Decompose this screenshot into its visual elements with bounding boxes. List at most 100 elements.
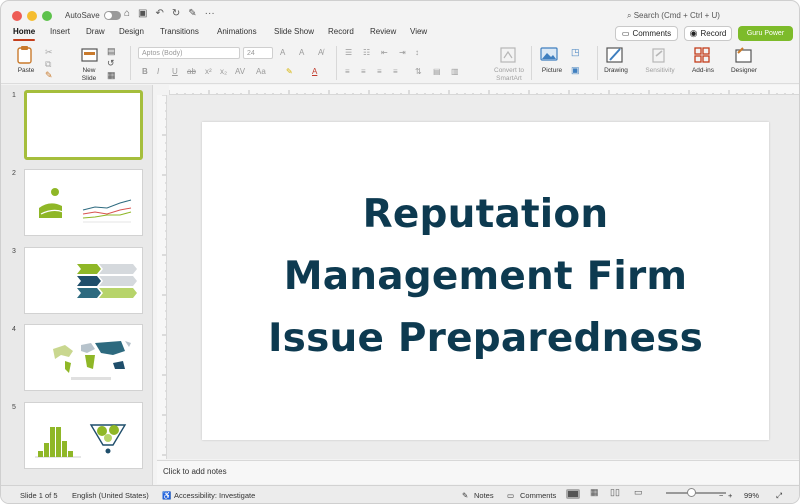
zoom-level[interactable]: 99%: [744, 491, 759, 500]
slide-number: 5: [12, 404, 16, 411]
tab-insert[interactable]: Insert: [50, 27, 70, 36]
notes-toggle[interactable]: Notes: [474, 491, 494, 500]
font-name-select[interactable]: Aptos (Body): [138, 47, 240, 59]
slide-4-preview-graphic: [53, 341, 131, 380]
layout-icon[interactable]: ▤: [107, 46, 116, 57]
more-icon[interactable]: ···: [205, 8, 215, 19]
reset-icon[interactable]: ↺: [107, 58, 115, 69]
italic-icon[interactable]: I: [157, 67, 159, 76]
guru-power-button[interactable]: Guru Power: [738, 26, 793, 41]
fit-slide-icon[interactable]: ⤢: [776, 491, 782, 501]
home-icon[interactable]: ⌂: [124, 8, 130, 19]
align-text-icon[interactable]: ▤: [433, 67, 441, 76]
zoom-slider-handle[interactable]: [687, 488, 696, 497]
section-icon[interactable]: ▦: [107, 70, 116, 81]
sensitivity-icon[interactable]: [650, 46, 668, 64]
slide-3-preview-graphic: [77, 264, 137, 298]
smartart-icon[interactable]: [499, 46, 517, 64]
drawing-icon[interactable]: [605, 45, 625, 65]
undo-icon[interactable]: ↶: [156, 8, 164, 19]
character-spacing-icon[interactable]: AV: [235, 67, 245, 76]
autosave-control[interactable]: AutoSave: [65, 11, 121, 20]
title-bar: AutoSave ⌂ ▣ ↶ ↻ ✎ ··· ⌕ Search (Cmd + C…: [1, 1, 799, 23]
justify-icon[interactable]: ≡: [393, 67, 398, 76]
search-placeholder: Search (Cmd + Ctrl + U): [633, 11, 720, 20]
shapes-icon[interactable]: ◳: [571, 47, 580, 58]
font-color-icon[interactable]: A: [312, 67, 317, 76]
zoom-plus-icon[interactable]: +: [728, 491, 732, 500]
designer-icon[interactable]: [734, 45, 754, 65]
zoom-window-button[interactable]: [42, 11, 52, 21]
paste-icon[interactable]: [15, 45, 37, 65]
tab-design[interactable]: Design: [119, 27, 144, 36]
tab-view[interactable]: View: [410, 27, 427, 36]
tab-animations[interactable]: Animations: [217, 27, 257, 36]
tab-transitions[interactable]: Transitions: [160, 27, 199, 36]
convert-smartart-label: Convert to SmartArt: [494, 67, 524, 82]
slide-thumbnail-3[interactable]: [24, 247, 143, 314]
current-slide[interactable]: Reputation Management Firm Issue Prepare…: [202, 122, 769, 440]
slide-thumbnail-4[interactable]: [24, 324, 143, 391]
close-window-button[interactable]: [12, 11, 22, 21]
new-slide-icon[interactable]: [80, 45, 100, 65]
powerpoint-window: AutoSave ⌂ ▣ ↶ ↻ ✎ ··· ⌕ Search (Cmd + C…: [0, 0, 800, 504]
comments-button-label: Comments: [632, 29, 672, 38]
decrease-indent-icon[interactable]: ⇤: [381, 48, 388, 57]
tab-slide-show[interactable]: Slide Show: [274, 27, 314, 36]
bullets-icon[interactable]: ☰: [345, 48, 352, 57]
decrease-font-icon[interactable]: A: [299, 48, 304, 57]
change-case-icon[interactable]: Aa: [256, 67, 266, 76]
increase-font-icon[interactable]: A: [280, 48, 285, 57]
tab-record[interactable]: Record: [328, 27, 354, 36]
format-painter-icon[interactable]: ✎: [188, 8, 196, 19]
font-size-select[interactable]: 24: [243, 47, 273, 59]
comments-button[interactable]: ▭ Comments: [615, 26, 678, 41]
comments-toggle[interactable]: Comments: [520, 491, 556, 500]
normal-view-button[interactable]: [566, 489, 580, 499]
highlight-icon[interactable]: ✎: [286, 67, 293, 76]
strikethrough-icon[interactable]: ab: [187, 67, 196, 76]
save-icon[interactable]: ▣: [138, 8, 147, 19]
slide-sorter-button[interactable]: ▦: [590, 487, 604, 497]
cut-icon[interactable]: ✂: [45, 47, 53, 58]
textbox-icon[interactable]: ▣: [571, 65, 580, 76]
tab-home[interactable]: Home: [13, 27, 36, 41]
slide-thumbnail-2[interactable]: [24, 169, 143, 236]
numbering-icon[interactable]: ☷: [363, 48, 370, 57]
picture-icon[interactable]: [540, 46, 558, 62]
clear-formatting-icon[interactable]: A̸: [318, 48, 323, 57]
format-brush-icon[interactable]: ✎: [45, 70, 53, 81]
align-right-icon[interactable]: ≡: [377, 67, 382, 76]
record-button[interactable]: ◉ Record: [684, 26, 732, 41]
slide-title[interactable]: Reputation Management Firm Issue Prepare…: [202, 184, 769, 370]
slide-count: Slide 1 of 5: [20, 491, 58, 500]
slide-show-button[interactable]: ▭: [634, 487, 648, 497]
language-status[interactable]: English (United States): [72, 491, 149, 500]
slide-thumbnail-1[interactable]: [24, 90, 143, 160]
zoom-slider-track[interactable]: [666, 492, 726, 494]
align-center-icon[interactable]: ≡: [361, 67, 366, 76]
tab-draw[interactable]: Draw: [86, 27, 105, 36]
slide-2-preview-graphic: [39, 188, 132, 223]
tab-review[interactable]: Review: [370, 27, 396, 36]
minimize-window-button[interactable]: [27, 11, 37, 21]
reading-view-button[interactable]: ▯▯: [610, 487, 624, 497]
underline-icon[interactable]: U: [172, 67, 178, 76]
slide-thumbnail-5[interactable]: [24, 402, 143, 469]
accessibility-status[interactable]: Accessibility: Investigate: [174, 491, 255, 500]
copy-icon[interactable]: ⧉: [45, 59, 51, 70]
increase-indent-icon[interactable]: ⇥: [399, 48, 406, 57]
redo-icon[interactable]: ↻: [172, 8, 180, 19]
notes-placeholder: Click to add notes: [163, 467, 227, 476]
add-ins-icon[interactable]: [693, 46, 711, 64]
subscript-icon[interactable]: x₂: [220, 67, 227, 76]
autosave-toggle[interactable]: [103, 11, 121, 20]
notes-pane[interactable]: Click to add notes: [157, 460, 799, 484]
superscript-icon[interactable]: x²: [205, 67, 212, 76]
text-direction-icon[interactable]: ⇅: [415, 67, 422, 76]
bold-icon[interactable]: B: [142, 67, 148, 76]
align-left-icon[interactable]: ≡: [345, 67, 350, 76]
line-spacing-icon[interactable]: ↕: [415, 48, 419, 57]
search-field[interactable]: ⌕ Search (Cmd + Ctrl + U): [627, 11, 720, 21]
columns-icon[interactable]: ▥: [451, 67, 459, 76]
